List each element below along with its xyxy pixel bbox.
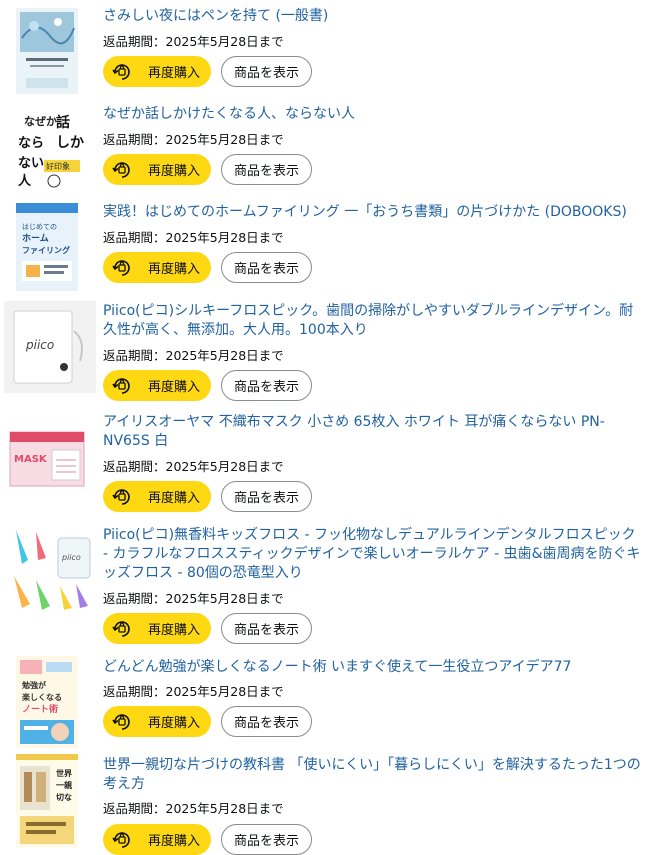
- buy-again-button[interactable]: 再度購入: [103, 481, 211, 512]
- return-period: 返品期間：2025年5月28日まで: [103, 684, 284, 699]
- view-item-button[interactable]: 商品を表示: [221, 706, 312, 737]
- svg-text:ノート術: ノート術: [22, 703, 58, 715]
- return-period: 返品期間：2025年5月28日まで: [103, 348, 284, 363]
- buy-again-label: 再度購入: [148, 491, 201, 506]
- view-item-button[interactable]: 商品を表示: [221, 56, 312, 87]
- product-title-link[interactable]: 実践！はじめてのホームファイリング 一「おうち書類」の片づけかた (DOBOOK…: [103, 203, 643, 222]
- svg-text:なぜか: なぜか: [24, 115, 57, 128]
- product-image[interactable]: 勉強が 楽しくなる ノート術: [16, 656, 78, 748]
- product-image[interactable]: [16, 8, 78, 94]
- product-title-link[interactable]: なぜか話しかけたくなる人、ならない人: [103, 105, 643, 124]
- svg-text:人: 人: [18, 173, 32, 189]
- return-period: 返品期間：2025年5月28日まで: [103, 230, 284, 245]
- return-period: 返品期間：2025年5月28日まで: [103, 591, 284, 606]
- buy-again-label: 再度購入: [148, 66, 201, 81]
- buy-again-icon: [112, 831, 130, 848]
- svg-text:勉強が: 勉強が: [21, 680, 47, 690]
- product-title-link[interactable]: Piico(ピコ)シルキーフロスピック。歯間の掃除がしやすいダブルラインデザイン…: [103, 302, 643, 340]
- buy-again-icon: [112, 161, 130, 178]
- buy-again-button[interactable]: 再度購入: [103, 613, 211, 644]
- buy-again-button[interactable]: 再度購入: [103, 706, 211, 737]
- product-image[interactable]: piico: [4, 301, 96, 393]
- buy-again-button[interactable]: 再度購入: [103, 370, 211, 401]
- return-period: 返品期間：2025年5月28日まで: [103, 801, 284, 816]
- view-item-button[interactable]: 商品を表示: [221, 370, 312, 401]
- return-period: 返品期間：2025年5月28日まで: [103, 459, 284, 474]
- buy-again-button[interactable]: 再度購入: [103, 56, 211, 87]
- buy-again-label: 再度購入: [148, 262, 201, 277]
- svg-text:一親: 一親: [56, 780, 72, 790]
- product-image[interactable]: なぜか 話 なら しか ない 好印象 人: [16, 105, 84, 191]
- view-item-button[interactable]: 商品を表示: [221, 154, 312, 185]
- product-title-link[interactable]: さみしい夜にはペンを持て (一般書): [103, 7, 643, 26]
- buy-again-label: 再度購入: [148, 623, 201, 638]
- buy-again-label: 再度購入: [148, 164, 201, 179]
- svg-text:ホーム: ホーム: [22, 233, 49, 244]
- return-period: 返品期間：2025年5月28日まで: [103, 34, 284, 49]
- svg-text:はじめての: はじめての: [22, 223, 57, 231]
- view-item-button[interactable]: 商品を表示: [221, 481, 312, 512]
- svg-text:切な: 切な: [56, 792, 72, 802]
- return-period: 返品期間：2025年5月28日まで: [103, 132, 284, 147]
- buy-again-label: 再度購入: [148, 834, 201, 849]
- view-item-button[interactable]: 商品を表示: [221, 252, 312, 283]
- buy-again-icon: [112, 259, 130, 276]
- product-title-link[interactable]: アイリスオーヤマ 不織布マスク 小さめ 65枚入 ホワイト 耳が痛くならない P…: [103, 413, 643, 451]
- svg-text:好印象: 好印象: [46, 161, 70, 171]
- product-title-link[interactable]: Piico(ピコ)無香料キッズフロス - フッ化物なしデュアルラインデンタルフロ…: [103, 526, 643, 583]
- buy-again-label: 再度購入: [148, 716, 201, 731]
- buy-again-icon: [112, 620, 130, 637]
- product-image[interactable]: piico: [6, 520, 96, 616]
- buy-again-icon: [112, 63, 130, 80]
- product-image[interactable]: MASK: [6, 428, 88, 490]
- svg-text:世界: 世界: [56, 768, 73, 778]
- product-title-link[interactable]: どんどん勉強が楽しくなるノート術 いますぐ使えて一生役立つアイデア77: [103, 658, 643, 677]
- view-item-button[interactable]: 商品を表示: [221, 824, 312, 855]
- svg-text:しか: しか: [56, 135, 84, 151]
- product-image[interactable]: 世界 一親 切な: [16, 754, 78, 848]
- svg-text:piico: piico: [61, 553, 81, 562]
- svg-text:MASK: MASK: [14, 454, 48, 465]
- svg-text:ない: ない: [18, 156, 44, 171]
- buy-again-button[interactable]: 再度購入: [103, 824, 211, 855]
- product-title-link[interactable]: 世界一親切な片づけの教科書 「使いにくい」「暮らしにくい」を解決するたった1つの…: [103, 756, 643, 794]
- buy-again-icon: [112, 488, 130, 505]
- buy-again-icon: [112, 377, 130, 394]
- svg-text:話: 話: [56, 114, 70, 131]
- buy-again-button[interactable]: 再度購入: [103, 154, 211, 185]
- view-item-button[interactable]: 商品を表示: [221, 613, 312, 644]
- svg-text:楽しくなる: 楽しくなる: [21, 692, 62, 702]
- svg-text:ファイリング: ファイリング: [22, 245, 70, 255]
- svg-text:piico: piico: [25, 338, 54, 352]
- buy-again-label: 再度購入: [148, 380, 201, 395]
- buy-again-icon: [112, 713, 130, 730]
- svg-text:なら: なら: [18, 136, 44, 151]
- buy-again-button[interactable]: 再度購入: [103, 252, 211, 283]
- product-image[interactable]: はじめての ホーム ファイリング: [16, 203, 78, 291]
